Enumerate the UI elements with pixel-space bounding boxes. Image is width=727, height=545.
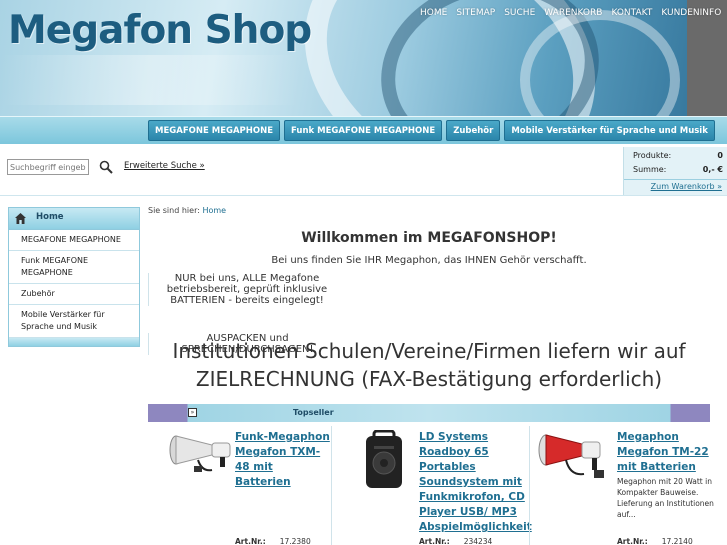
product-art-no: Art.Nr.: 234234	[419, 537, 493, 545]
category-bar: MEGAFONE MEGAPHONE Funk MEGAFONE MEGAPHO…	[0, 116, 727, 144]
product-description: Megaphon mit 20 Watt in Kompakter Bauwei…	[617, 477, 714, 519]
sidebar-footer	[9, 338, 139, 346]
topnav-kundeninfo[interactable]: KUNDENINFO	[661, 8, 721, 18]
sidebar: Home MEGAFONE MEGAPHONE Funk MEGAFONE ME…	[8, 207, 140, 347]
divider	[0, 195, 727, 196]
category-zubehoer[interactable]: Zubehör	[446, 120, 501, 141]
welcome-title: Willkommen im MEGAFONSHOP!	[301, 230, 557, 246]
topseller-toggle-icon[interactable]: »	[188, 408, 197, 417]
topnav-home[interactable]: HOME	[420, 8, 447, 18]
topnav-kontakt[interactable]: KONTAKT	[611, 8, 652, 18]
search-icon[interactable]	[98, 159, 114, 175]
breadcrumb-prefix: Sie sind hier:	[148, 206, 200, 215]
topnav-sitemap[interactable]: SITEMAP	[456, 8, 495, 18]
cart-sum-label: Summe:	[633, 165, 667, 174]
cart-products-label: Produkte:	[633, 151, 672, 160]
category-mobile-verstaerker[interactable]: Mobile Verstärker für Sprache und Musik	[504, 120, 715, 141]
sidebar-item-zubehoer[interactable]: Zubehör	[9, 284, 139, 305]
cart-products-value: 0	[717, 151, 723, 160]
speaker-image[interactable]	[360, 430, 408, 492]
megaphone-image[interactable]	[168, 430, 234, 476]
topseller-label: Topseller	[293, 408, 334, 417]
search-input[interactable]	[7, 159, 89, 175]
product-card: LD Systems Roadboy 65 Portables Soundsys…	[331, 426, 532, 545]
topseller-bar: » Topseller	[148, 404, 710, 422]
search-row: Erweiterte Suche »	[0, 147, 622, 187]
welcome-line1: Bei uns finden Sie IHR Megaphon, das IHN…	[271, 255, 587, 266]
sidebar-item-megafone[interactable]: MEGAFONE MEGAPHONE	[9, 230, 139, 251]
sidebar-home[interactable]: Home	[9, 208, 139, 230]
product-art-no: Art.Nr.: 17.2380	[235, 537, 311, 545]
cart-divider	[624, 179, 727, 180]
breadcrumb-home-link[interactable]: Home	[202, 206, 226, 215]
category-funk-megafone[interactable]: Funk MEGAFONE MEGAPHONE	[284, 120, 443, 141]
header-banner: Megafon Shop HOME SITEMAP SUCHE WARENKOR…	[0, 0, 727, 116]
cart-box: Produkte: 0 Summe: 0,- € Zum Warenkorb »	[623, 147, 727, 195]
topnav-suche[interactable]: SUCHE	[504, 8, 535, 18]
product-card: Funk-Megaphon Megafon TXM-48 mit Batteri…	[148, 426, 330, 545]
category-megafone[interactable]: MEGAFONE MEGAPHONE	[148, 120, 281, 141]
sidebar-home-label: Home	[36, 212, 64, 222]
product-title-link[interactable]: Megaphon Megafon TM-22 mit Batterien	[617, 430, 722, 475]
advanced-search-link[interactable]: Erweiterte Suche »	[124, 161, 205, 171]
institution-notice: Institutionen Schulen/Vereine/Firmen lie…	[172, 339, 686, 391]
cart-sum-value: 0,- €	[702, 165, 723, 174]
breadcrumb: Sie sind hier: Home	[148, 206, 226, 215]
site-logo[interactable]: Megafon Shop	[8, 8, 312, 53]
product-title-link[interactable]: LD Systems Roadboy 65 Portables Soundsys…	[419, 430, 532, 535]
cart-link[interactable]: Zum Warenkorb »	[651, 182, 722, 191]
home-icon	[15, 213, 26, 224]
top-nav: HOME SITEMAP SUCHE WARENKORB KONTAKT KUN…	[420, 8, 721, 18]
banner-decoration	[0, 55, 300, 105]
sidebar-item-mobile-verstaerker[interactable]: Mobile Verstärker für Sprache und Musik	[9, 305, 139, 338]
topnav-warenkorb[interactable]: WARENKORB	[544, 8, 602, 18]
megaphone-image[interactable]	[536, 430, 612, 482]
sidebar-item-funk-megafone[interactable]: Funk MEGAFONE MEGAPHONE	[9, 251, 139, 284]
product-card: Megaphon Megafon TM-22 mit Batterien Meg…	[529, 426, 727, 545]
product-art-no: Art.Nr.: 17.2140	[617, 537, 693, 545]
welcome-line2: NUR bei uns, ALLE Megafone betriebsberei…	[148, 273, 345, 306]
product-title-link[interactable]: Funk-Megaphon Megafon TXM-48 mit Batteri…	[235, 430, 330, 490]
